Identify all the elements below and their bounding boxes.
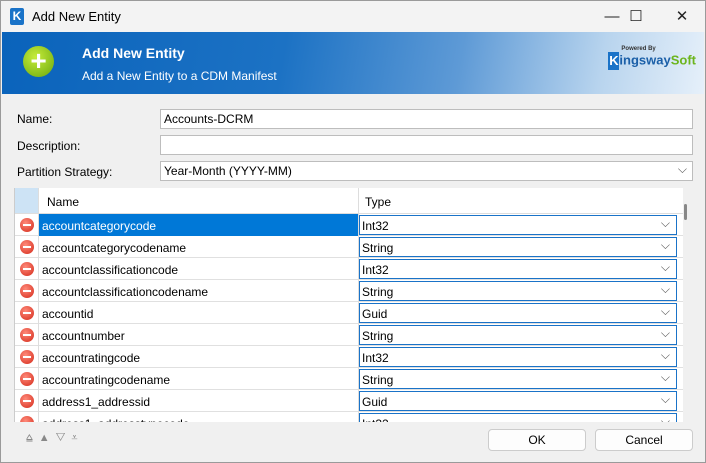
row-header[interactable] [15,346,39,368]
name-label: Name: [17,112,53,126]
delete-row-icon[interactable] [20,350,34,364]
move-down-icon[interactable]: ▽ [56,432,72,444]
dialog-window: K Add New Entity — ☐ ✕ + Add New Entity … [0,0,706,463]
table-row[interactable]: accountclassificationcodename String [15,280,683,302]
attribute-name-cell[interactable]: accountnumber [39,324,359,346]
attribute-type-select[interactable]: String [359,237,677,257]
partition-strategy-label: Partition Strategy: [17,165,113,179]
row-header[interactable] [15,412,39,422]
attribute-name-cell[interactable]: accountratingcodename [39,368,359,390]
delete-row-icon[interactable] [20,394,34,408]
attribute-type-select[interactable]: String [359,281,677,301]
attribute-name-cell[interactable]: address1_addresstypecode [39,412,359,422]
table-row[interactable]: accountcategorycode Int32 [15,214,683,236]
attribute-name-cell[interactable]: accountclassificationcode [39,258,359,280]
row-header[interactable] [15,324,39,346]
banner-title: Add New Entity [82,45,185,61]
attribute-name-cell[interactable]: accountratingcode [39,346,359,368]
app-icon: K [10,8,24,25]
table-row[interactable]: accountratingcode Int32 [15,346,683,368]
table-row[interactable]: accountclassificationcode Int32 [15,258,683,280]
attribute-type-value: Int32 [362,263,389,277]
table-row[interactable]: accountid Guid [15,302,683,324]
attribute-name-cell[interactable]: address1_addressid [39,390,359,412]
ok-button[interactable]: OK [488,429,586,451]
delete-row-icon[interactable] [20,328,34,342]
row-move-controls: ⩠▲▽⩡ [26,432,84,445]
delete-row-icon[interactable] [20,240,34,254]
row-header[interactable] [15,214,39,236]
partition-strategy-select[interactable]: Year-Month (YYYY-MM) [160,161,693,181]
attribute-type-select[interactable]: String [359,325,677,345]
banner-subtitle: Add a New Entity to a CDM Manifest [82,69,277,83]
attribute-type-select[interactable]: Guid [359,303,677,323]
row-header[interactable] [15,368,39,390]
maximize-button[interactable]: ☐ [613,1,659,32]
row-header[interactable] [15,236,39,258]
delete-row-icon[interactable] [20,372,34,386]
attribute-type-value: String [362,285,394,299]
kingswaysoft-logo: Powered By KingswaySoft [608,46,696,70]
title-bar: K Add New Entity — ☐ ✕ [1,1,705,32]
attribute-type-value: String [362,373,394,387]
row-header[interactable] [15,258,39,280]
row-header[interactable] [15,280,39,302]
row-header[interactable] [15,390,39,412]
description-label: Description: [17,139,81,153]
delete-row-icon[interactable] [20,262,34,276]
move-bottom-icon[interactable]: ⩡ [71,432,83,444]
partition-strategy-value: Year-Month (YYYY-MM) [164,164,292,178]
grid-scrollbar[interactable] [684,204,687,220]
attribute-name-cell[interactable]: accountid [39,302,359,324]
close-button[interactable]: ✕ [659,1,705,32]
attributes-grid: Name Type accountcategorycode Int32 acco… [14,188,683,422]
delete-row-icon[interactable] [20,416,34,422]
attribute-name-cell[interactable]: accountcategorycode [39,214,359,236]
attribute-type-value: String [362,241,394,255]
move-up-icon[interactable]: ▲ [39,432,56,444]
delete-row-icon[interactable] [20,218,34,232]
column-header-type[interactable]: Type [359,188,683,214]
attribute-type-select[interactable]: Int32 [359,215,677,235]
cancel-button[interactable]: Cancel [595,429,693,451]
attribute-name-cell[interactable]: accountclassificationcodename [39,280,359,302]
add-icon: + [23,46,54,77]
row-header[interactable] [15,302,39,324]
window-title: Add New Entity [32,9,121,24]
header-banner: + Add New Entity Add a New Entity to a C… [2,32,704,94]
column-header-name[interactable]: Name [39,188,359,214]
name-input[interactable]: Accounts-DCRM [160,109,693,129]
attribute-type-value: Guid [362,307,388,321]
attribute-name-cell[interactable]: accountcategorycodename [39,236,359,258]
description-input[interactable] [160,135,693,155]
delete-row-icon[interactable] [20,306,34,320]
delete-row-icon[interactable] [20,284,34,298]
attribute-type-value: Int32 [362,351,389,365]
grid-corner[interactable] [15,188,39,214]
table-row[interactable]: accountnumber String [15,324,683,346]
attribute-type-value: Int32 [362,219,389,233]
attribute-type-value: Int32 [362,417,389,422]
table-row[interactable]: address1_addresstypecode Int32 [15,412,683,422]
table-row[interactable]: accountcategorycodename String [15,236,683,258]
table-row[interactable]: accountratingcodename String [15,368,683,390]
attribute-type-select[interactable]: Int32 [359,259,677,279]
table-row[interactable]: address1_addressid Guid [15,390,683,412]
attribute-type-value: Guid [362,395,388,409]
attribute-type-select[interactable]: Int32 [359,347,677,367]
attribute-type-select[interactable]: Guid [359,391,677,411]
move-top-icon[interactable]: ⩠ [26,432,39,444]
attribute-type-value: String [362,329,394,343]
attribute-type-select[interactable]: Int32 [359,413,677,422]
attribute-type-select[interactable]: String [359,369,677,389]
